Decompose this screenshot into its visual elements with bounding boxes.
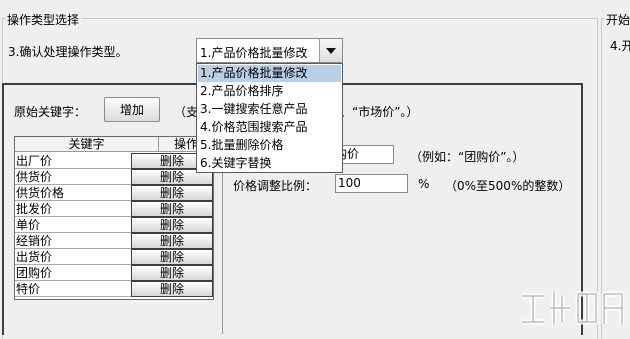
new-keyword-example: （例如：“团购价”。） [410, 150, 525, 164]
confirm-operation-label: 3.确认处理操作类型。 [8, 45, 128, 59]
delete-button[interactable]: 删除 [131, 249, 213, 265]
delete-button[interactable]: 删除 [131, 217, 213, 233]
dropdown-option[interactable]: 5.批量删除价格 [198, 137, 341, 154]
keyword-cell[interactable]: 供货价 [15, 169, 131, 185]
delete-button[interactable]: 删除 [131, 265, 213, 281]
dropdown-option[interactable]: 4.价格范围搜索产品 [198, 119, 341, 136]
table-row: 供货价格 删除 [15, 185, 213, 201]
table-row: 批发价 删除 [15, 201, 213, 217]
keyword-cell[interactable]: 出货价 [15, 249, 131, 265]
table-row: 特价 删除 [15, 281, 213, 297]
dropdown-option[interactable]: 1.产品价格批量修改 [198, 65, 341, 82]
operation-type-select[interactable]: 1.产品价格批量修改 [196, 38, 343, 63]
column-header-keyword: 关键字 [15, 137, 159, 152]
operation-type-dropdown-list: 1.产品价格批量修改 2.产品价格排序 3.一键搜索任意产品 4.价格范围搜索产… [196, 63, 343, 173]
table-row: 单价 删除 [15, 217, 213, 233]
delete-button[interactable]: 删除 [131, 281, 213, 297]
ratio-input[interactable]: 100 [335, 174, 408, 193]
table-row: 出货价 删除 [15, 249, 213, 265]
delete-button[interactable]: 删除 [131, 233, 213, 249]
add-keyword-button[interactable]: 增加 [104, 97, 160, 122]
dropdown-option[interactable]: 3.一键搜索任意产品 [198, 101, 341, 118]
keyword-hint-left: （支 [174, 105, 199, 119]
delete-button[interactable]: 删除 [131, 201, 213, 217]
ratio-label: 价格调整比例： [233, 179, 318, 193]
download-site-logo-icon [522, 291, 625, 325]
keyword-hint-right: 、“市场价”。） [340, 105, 419, 119]
table-row: 供货价 删除 [15, 169, 213, 185]
keyword-cell[interactable]: 团购价 [15, 265, 131, 281]
ratio-range-hint: （0%至500%的整数） [445, 179, 571, 193]
start-group-title: 开始 [604, 11, 630, 28]
keyword-cell[interactable]: 供货价格 [15, 185, 131, 201]
dropdown-option[interactable]: 6.关键字替换 [198, 155, 341, 172]
table-row: 经销价 删除 [15, 233, 213, 249]
dropdown-option[interactable]: 2.产品价格排序 [198, 83, 341, 100]
dropdown-arrow-button[interactable] [319, 39, 342, 62]
delete-button[interactable]: 删除 [131, 185, 213, 201]
operation-type-group-title: 操作类型选择 [5, 11, 82, 28]
chevron-down-icon [326, 48, 336, 54]
keyword-cell[interactable]: 批发价 [15, 201, 131, 217]
start-step-label: 4.开 [610, 39, 630, 53]
keyword-cell[interactable]: 出厂价 [15, 153, 131, 169]
keyword-cell[interactable]: 单价 [15, 217, 131, 233]
ratio-unit: % [418, 177, 430, 191]
table-row: 团购价 删除 [15, 265, 213, 281]
table-row: 出厂价 删除 [15, 153, 213, 169]
original-keyword-label: 原始关键字： [14, 105, 87, 119]
keyword-table: 关键字 操作 出厂价 删除 供货价 删除 供货价格 删除 批发价 删除 单价 删… [14, 136, 214, 300]
keyword-cell[interactable]: 经销价 [15, 233, 131, 249]
operation-type-selected-value: 1.产品价格批量修改 [200, 46, 308, 60]
keyword-cell[interactable]: 特价 [15, 281, 131, 297]
